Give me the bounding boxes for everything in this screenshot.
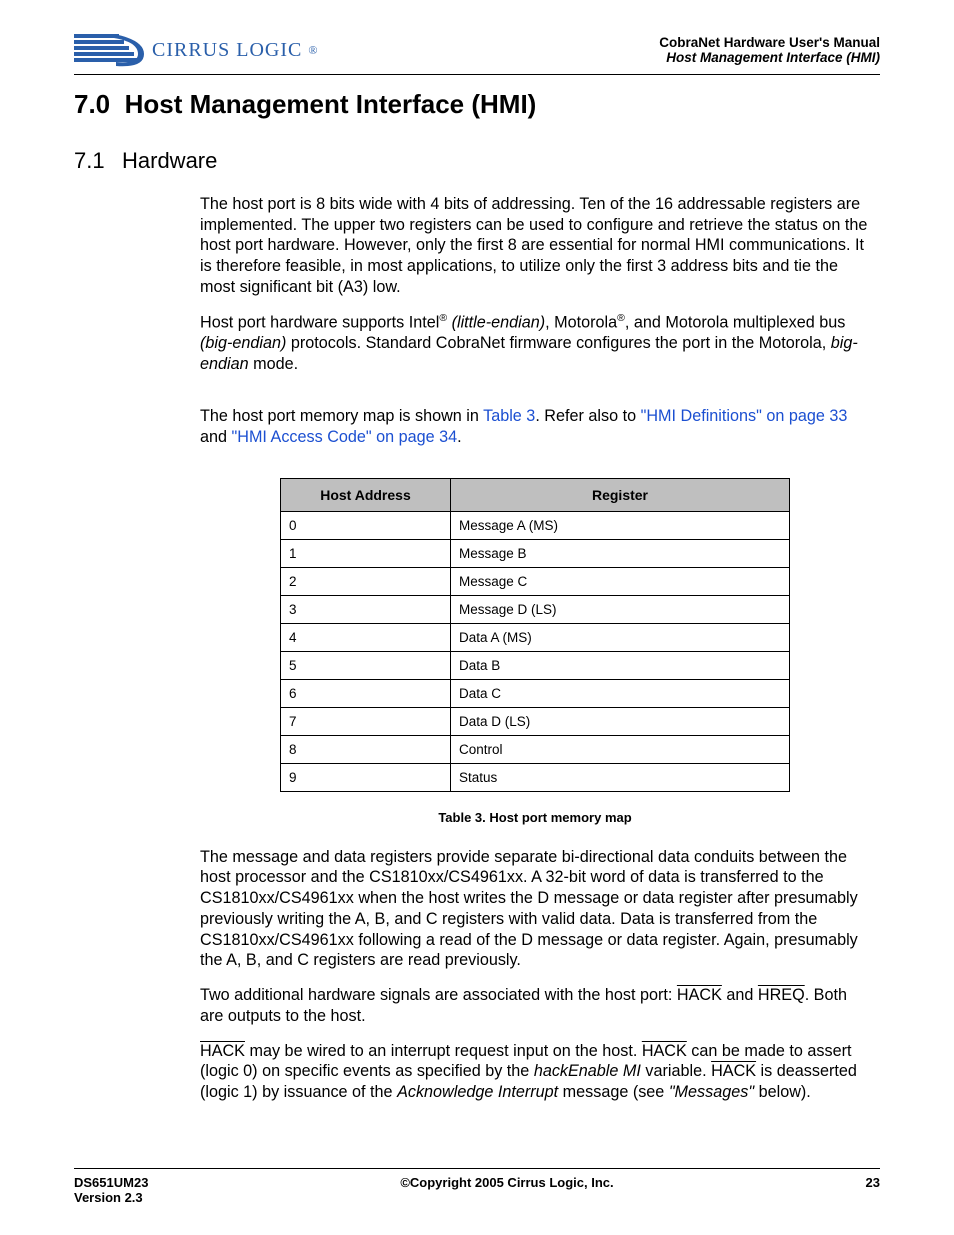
footer-left: DS651UM23 Version 2.3 xyxy=(74,1175,148,1205)
cell-reg: Message C xyxy=(451,567,790,595)
signal-hack: HACK xyxy=(677,986,722,1004)
cell-reg: Data B xyxy=(451,651,790,679)
signal-hack: HACK xyxy=(200,1042,245,1060)
table-row: 9Status xyxy=(281,763,790,791)
cell-addr: 4 xyxy=(281,623,451,651)
section-heading: 7.0 Host Management Interface (HMI) xyxy=(74,89,880,120)
doc-title-block: CobraNet Hardware User's Manual Host Man… xyxy=(659,35,880,65)
subsection-number: 7.1 xyxy=(74,148,122,174)
signal-hack: HACK xyxy=(642,1042,687,1060)
table-caption: Table 3. Host port memory map xyxy=(200,810,870,825)
signal-hack: HACK xyxy=(711,1062,756,1080)
col-header-host-address: Host Address xyxy=(281,478,451,511)
signal-hreq: HREQ xyxy=(758,986,805,1004)
body-content: The host port is 8 bits wide with 4 bits… xyxy=(200,194,870,1103)
table-row: 3Message D (LS) xyxy=(281,595,790,623)
cirrus-logic-logo-icon xyxy=(74,30,146,70)
paragraph-1: The host port is 8 bits wide with 4 bits… xyxy=(200,194,870,298)
cell-addr: 1 xyxy=(281,539,451,567)
table-row: 4Data A (MS) xyxy=(281,623,790,651)
page: CIRRUS LOGIC ® CobraNet Hardware User's … xyxy=(0,0,954,1235)
cell-reg: Data A (MS) xyxy=(451,623,790,651)
paragraph-6: HACK may be wired to an interrupt reques… xyxy=(200,1041,870,1103)
section-number: 7.0 xyxy=(74,89,110,119)
link-table-3[interactable]: Table 3 xyxy=(483,407,535,425)
subsection-title: Hardware xyxy=(122,148,217,173)
cell-reg: Message D (LS) xyxy=(451,595,790,623)
paragraph-2: Host port hardware supports Intel® (litt… xyxy=(200,312,870,375)
link-hmi-access-code[interactable]: "HMI Access Code" on page 34 xyxy=(232,428,458,446)
link-hmi-definitions[interactable]: "HMI Definitions" on page 33 xyxy=(641,407,848,425)
subsection-heading: 7.1Hardware xyxy=(74,148,880,174)
table-header-row: Host Address Register xyxy=(281,478,790,511)
cell-addr: 8 xyxy=(281,735,451,763)
brand-logo: CIRRUS LOGIC ® xyxy=(74,30,318,70)
cell-addr: 3 xyxy=(281,595,451,623)
doc-title: CobraNet Hardware User's Manual xyxy=(659,35,880,50)
doc-number: DS651UM23 xyxy=(74,1175,148,1190)
table-row: 1Message B xyxy=(281,539,790,567)
table-row: 6Data C xyxy=(281,679,790,707)
doc-subtitle: Host Management Interface (HMI) xyxy=(659,50,880,65)
cell-reg: Status xyxy=(451,763,790,791)
table-row: 7Data D (LS) xyxy=(281,707,790,735)
page-header: CIRRUS LOGIC ® CobraNet Hardware User's … xyxy=(74,30,880,75)
page-footer: DS651UM23 Version 2.3 ©Copyright 2005 Ci… xyxy=(74,1168,880,1205)
table-row: 8Control xyxy=(281,735,790,763)
cell-reg: Message A (MS) xyxy=(451,511,790,539)
cell-reg: Data C xyxy=(451,679,790,707)
paragraph-4: The message and data registers provide s… xyxy=(200,847,870,971)
footer-copyright: ©Copyright 2005 Cirrus Logic, Inc. xyxy=(400,1175,613,1205)
table-row: 0Message A (MS) xyxy=(281,511,790,539)
table-row: 2Message C xyxy=(281,567,790,595)
reg-mark: ® xyxy=(617,312,625,324)
cell-reg: Control xyxy=(451,735,790,763)
brand-reg-mark: ® xyxy=(308,43,318,58)
doc-version: Version 2.3 xyxy=(74,1190,148,1205)
host-port-memory-map-table: Host Address Register 0Message A (MS) 1M… xyxy=(280,478,790,792)
paragraph-3: The host port memory map is shown in Tab… xyxy=(200,406,870,447)
brand-name: CIRRUS LOGIC xyxy=(152,39,302,62)
col-header-register: Register xyxy=(451,478,790,511)
cell-reg: Data D (LS) xyxy=(451,707,790,735)
cell-addr: 7 xyxy=(281,707,451,735)
cell-reg: Message B xyxy=(451,539,790,567)
table-row: 5Data B xyxy=(281,651,790,679)
page-number: 23 xyxy=(866,1175,880,1205)
reg-mark: ® xyxy=(439,312,447,324)
cell-addr: 2 xyxy=(281,567,451,595)
cell-addr: 5 xyxy=(281,651,451,679)
cell-addr: 0 xyxy=(281,511,451,539)
cell-addr: 6 xyxy=(281,679,451,707)
cell-addr: 9 xyxy=(281,763,451,791)
section-title: Host Management Interface (HMI) xyxy=(125,89,537,119)
paragraph-5: Two additional hardware signals are asso… xyxy=(200,985,870,1026)
